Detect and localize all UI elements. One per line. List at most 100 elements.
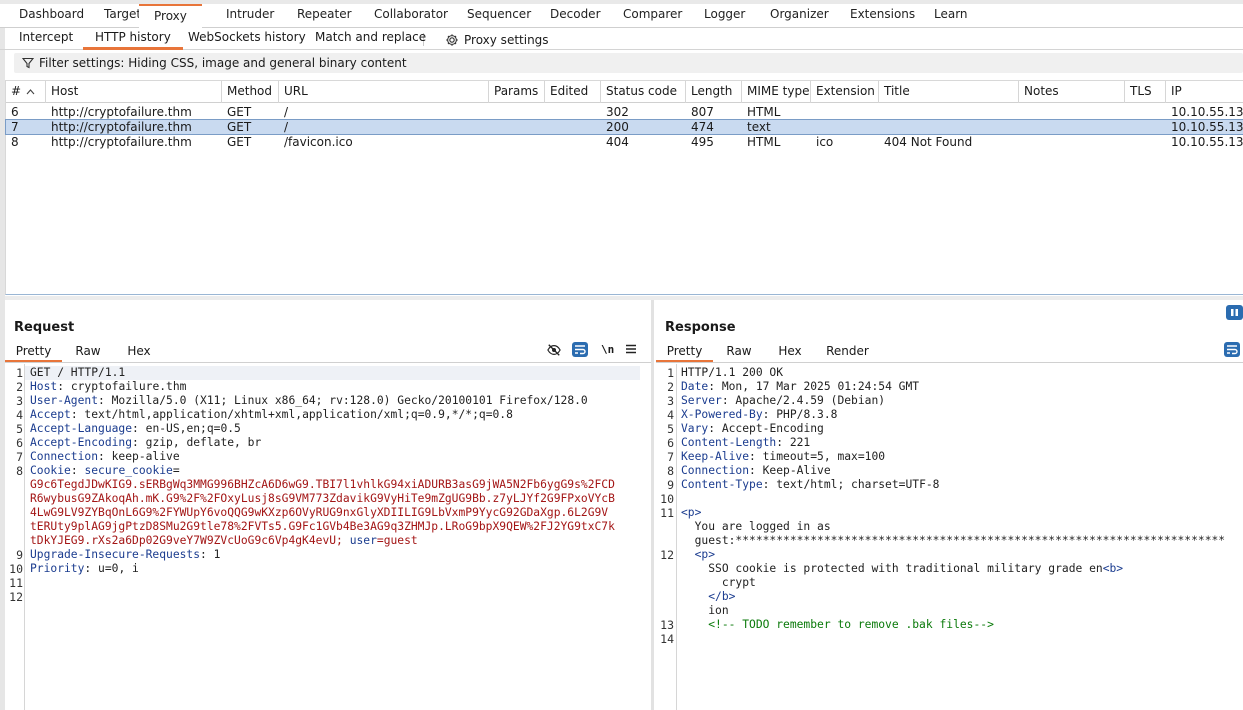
header-value: en-US,en;q=0.5: [138, 422, 241, 435]
proxy-tab-http-history[interactable]: HTTP history: [83, 28, 183, 50]
code-line: SSO cookie is protected with traditional…: [681, 562, 1123, 576]
header-value: u=0, i: [91, 562, 139, 575]
tab-dashboard[interactable]: Dashboard: [19, 0, 84, 28]
tab-decoder[interactable]: Decoder: [550, 0, 601, 28]
column-header-extension[interactable]: Extension: [811, 81, 879, 103]
line-number: 2: [16, 380, 23, 394]
response-tab-raw[interactable]: Raw: [714, 342, 764, 362]
header-value: text/html,application/xhtml+xml,applicat…: [77, 408, 513, 421]
tab-logger[interactable]: Logger: [704, 0, 745, 28]
column-header-tls[interactable]: TLS: [1125, 81, 1166, 103]
column-header-length[interactable]: Length: [686, 81, 742, 103]
line-number: 5: [667, 422, 674, 436]
column-header-status-code[interactable]: Status code: [601, 81, 686, 103]
tab-sequencer[interactable]: Sequencer: [467, 0, 531, 28]
response-tab-hex[interactable]: Hex: [764, 342, 816, 362]
column-header-label: Status code: [606, 84, 677, 98]
cookie-space: [343, 534, 350, 547]
response-editor[interactable]: 1 HTTP/1.1 200 OK 2 Date: Mon, 17 Mar 2025 …: [656, 366, 1243, 706]
column-header-params[interactable]: Params: [489, 81, 545, 103]
pane-divider-vertical[interactable]: [651, 300, 654, 710]
line-number: 10: [660, 492, 674, 506]
column-header-url[interactable]: URL: [279, 81, 489, 103]
proxy-tab-match-and-replace[interactable]: Match and replace: [315, 28, 426, 50]
table-row[interactable]: 6 http://cryptofailure.thm GET / 302 807 HTML 1…: [6, 105, 1243, 119]
tab-extensions[interactable]: Extensions: [850, 0, 915, 28]
filter-bar[interactable]: Filter settings: Hiding CSS, image and g…: [14, 53, 1243, 73]
column-header-number[interactable]: #: [6, 81, 46, 103]
column-header-edited[interactable]: Edited: [545, 81, 601, 103]
column-header-notes[interactable]: Notes: [1019, 81, 1125, 103]
line-number: 4: [667, 408, 674, 422]
response-format-toggle-button[interactable]: [1224, 342, 1240, 357]
proxy-tab-websockets-history[interactable]: WebSockets history: [188, 28, 306, 50]
tab-collaborator[interactable]: Collaborator: [374, 0, 448, 28]
line-number: 7: [16, 450, 23, 464]
column-header-title[interactable]: Title: [879, 81, 1019, 103]
tab-organizer[interactable]: Organizer: [770, 0, 829, 28]
header-name: Server: [681, 394, 722, 407]
code-text: guest:**********************************…: [694, 534, 1226, 547]
tab-comparer[interactable]: Comparer: [623, 0, 682, 28]
header-value: PHP/8.3.8: [769, 408, 838, 421]
tab-learn[interactable]: Learn: [934, 0, 968, 28]
cookie-name: secure_cookie: [84, 464, 173, 477]
line-number: 6: [667, 436, 674, 450]
code-line: crypt: [681, 576, 756, 590]
response-tab-pretty[interactable]: Pretty: [656, 342, 713, 362]
table-row[interactable]: 8 http://cryptofailure.thm GET/favicon.ico…: [6, 135, 1243, 149]
header-value: keep-alive: [104, 450, 180, 463]
cell-ip: 10.10.55.135: [1171, 135, 1243, 149]
proxy-tab-intercept[interactable]: Intercept: [19, 28, 73, 50]
column-header-label: Notes: [1024, 84, 1059, 98]
pane-divider-horizontal[interactable]: [5, 296, 1243, 300]
cell-ext: [811, 120, 816, 134]
newline-icon: \n: [601, 343, 615, 356]
response-tab-bar: Pretty Raw Hex Render: [656, 342, 1243, 363]
menu-icon[interactable]: [625, 343, 637, 355]
filter-icon: [22, 57, 34, 69]
code-line: </b>: [681, 590, 735, 604]
header-name: Connection: [30, 450, 99, 463]
tab-intruder[interactable]: Intruder: [226, 0, 274, 28]
cookie-value: tDkYJEG9.rXs2a6Dp02G9veY7W9ZVcUoG9c6Vp4g…: [30, 534, 343, 547]
header-name: Content-Length: [681, 436, 777, 449]
column-header-host[interactable]: Host: [46, 81, 222, 103]
line-number: 8: [16, 464, 23, 478]
cell-mime: HTML: [747, 105, 781, 119]
header-value: Mon, 17 Mar 2025 01:24:54 GMT: [715, 380, 920, 393]
proxy-settings-button[interactable]: Proxy settings: [445, 28, 549, 50]
tab-repeater[interactable]: Repeater: [297, 0, 352, 28]
newline-toggle-button[interactable]: \n: [601, 343, 614, 356]
gear-icon: [446, 33, 458, 46]
request-tab-hex[interactable]: Hex: [113, 342, 165, 362]
tab-target[interactable]: Target: [104, 0, 141, 28]
request-tab-raw[interactable]: Raw: [63, 342, 113, 362]
cookie-value: G9c6TegdJDwKIG9.sERBgWq3MMG996BHZcA6D6wG…: [30, 478, 615, 491]
column-header-label: Length: [691, 84, 733, 98]
code-line: Keep-Alive: timeout=5, max=100: [681, 450, 885, 464]
header-colon: :: [708, 380, 716, 393]
table-row[interactable]: 7 http://cryptofailure.thm GET / 200 474 text 1…: [5, 119, 1243, 135]
code-line: Accept-Language: en-US,en;q=0.5: [30, 422, 241, 436]
column-header-method[interactable]: Method: [222, 81, 279, 103]
request-editor[interactable]: 1 GET / HTTP/1.1 2 Host: cryptofailure.thm 3…: [5, 366, 651, 706]
code-line: G9c6TegdJDwKIG9.sERBgWq3MMG996BHZcA6D6wG…: [30, 478, 615, 492]
column-header-ip[interactable]: IP: [1166, 81, 1243, 103]
column-header-mime-type[interactable]: MIME type: [742, 81, 811, 103]
code-text: crypt: [721, 576, 756, 589]
line-number: 2: [667, 380, 674, 394]
code-line: GET / HTTP/1.1: [30, 366, 125, 380]
code-line: Accept-Encoding: gzip, deflate, br: [30, 436, 261, 450]
cell-length: 495: [691, 135, 714, 149]
response-tab-render[interactable]: Render: [814, 342, 881, 362]
header-name: Accept: [30, 408, 71, 421]
hide-eye-icon[interactable]: [547, 343, 561, 357]
pretty-format-toggle-button[interactable]: [572, 342, 588, 357]
tab-proxy[interactable]: Proxy: [139, 4, 202, 28]
pause-button[interactable]: [1226, 305, 1243, 320]
request-tab-pretty[interactable]: Pretty: [5, 342, 62, 362]
